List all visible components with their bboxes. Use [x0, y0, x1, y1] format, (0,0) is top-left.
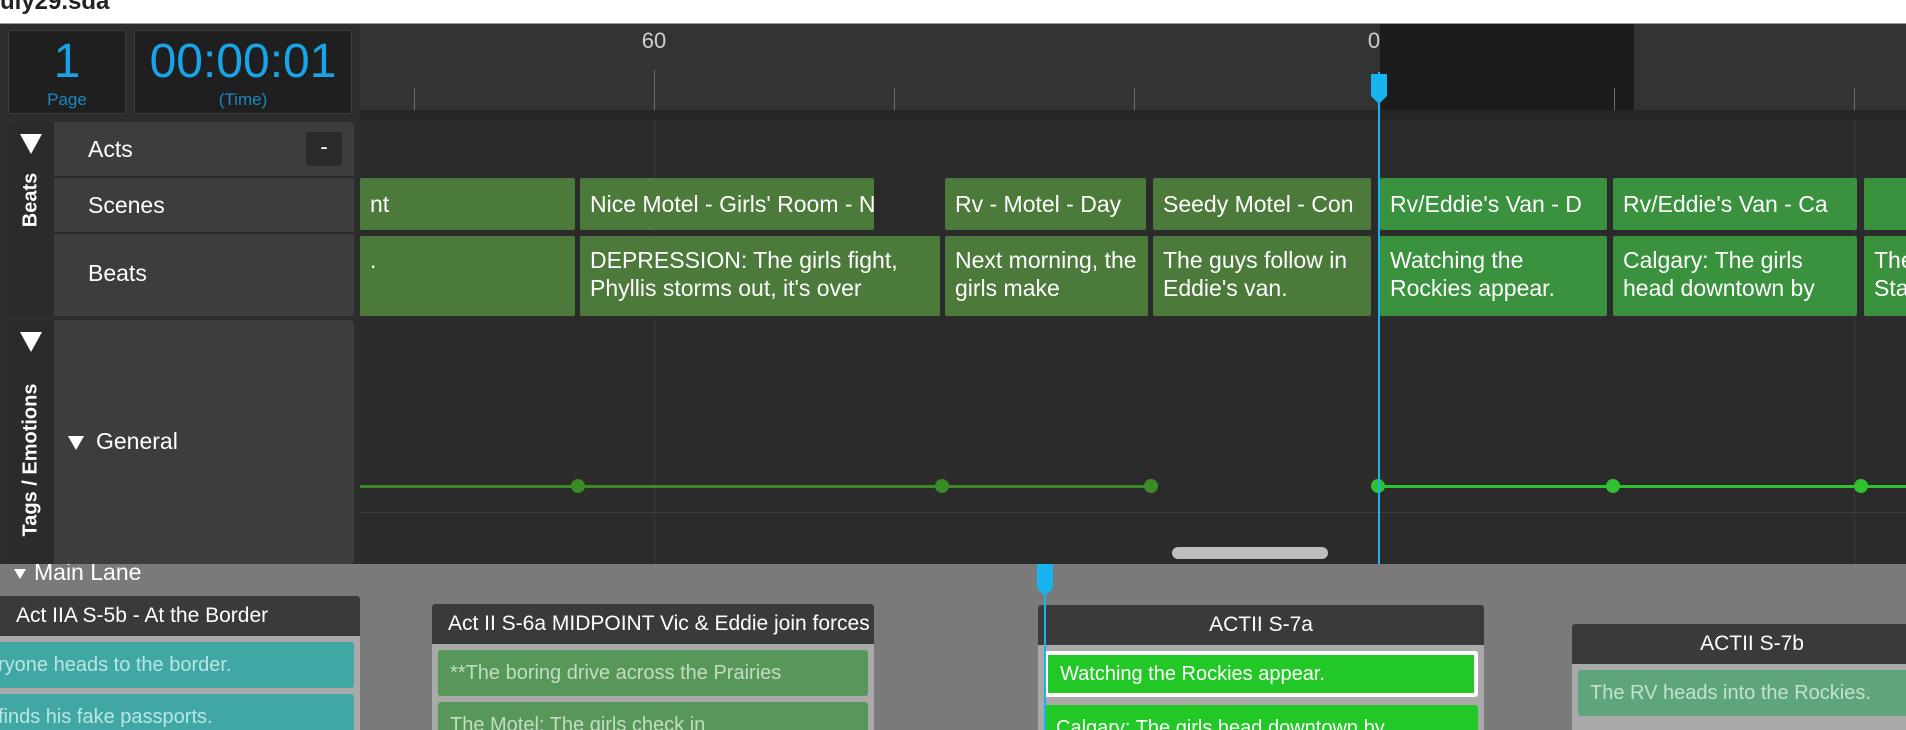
- ruler-tick: [1854, 88, 1855, 110]
- scene-card[interactable]: Nice Motel - Girls' Room - Nig: [580, 178, 874, 230]
- scene-card[interactable]: nt: [360, 178, 575, 230]
- lane-playhead-line: [1044, 584, 1046, 730]
- beats-tab-label: Beats: [19, 172, 42, 228]
- tags-panel: Tags / Emotions General: [8, 320, 354, 564]
- time-counter: 00:00:01 (Time): [134, 30, 352, 114]
- graph-node[interactable]: [935, 479, 949, 493]
- lane-item[interactable]: The Motel: The girls check in: [438, 702, 868, 730]
- scene-card[interactable]: [1864, 178, 1906, 230]
- lane-item[interactable]: ryone heads to the border.: [0, 642, 354, 688]
- scene-card[interactable]: Seedy Motel - Con: [1153, 178, 1371, 230]
- track-area[interactable]: nt Nice Motel - Girls' Room - Nig Rv - M…: [360, 120, 1906, 564]
- lane-group[interactable]: Act IIA S-5b - At the Border ryone heads…: [0, 596, 360, 730]
- page-counter-label: Page: [47, 90, 87, 109]
- ruler-tick: [1134, 88, 1135, 110]
- collapse-triangle-icon[interactable]: [20, 134, 42, 154]
- beat-card[interactable]: .: [360, 236, 575, 316]
- beat-card[interactable]: Watching the Rockies appear.: [1380, 236, 1607, 316]
- lane-group-header[interactable]: ACTII S-7a: [1038, 605, 1484, 645]
- title-bar: uly29.sda: [0, 0, 1906, 24]
- ruler-bottom-bar: [360, 110, 1906, 120]
- lane-item[interactable]: finds his fake passports.: [0, 694, 354, 730]
- beat-card[interactable]: Next morning, the girls make: [945, 236, 1148, 316]
- ruler-tick: [894, 88, 895, 110]
- beat-card[interactable]: Calgary: The girls head downtown by: [1613, 236, 1857, 316]
- scene-card[interactable]: Rv/Eddie's Van - D: [1380, 178, 1607, 230]
- ruler-label-0: 0: [1367, 28, 1381, 53]
- time-value: 00:00:01: [149, 35, 337, 88]
- lane-item[interactable]: Calgary: The girls head downtown by: [1044, 705, 1478, 730]
- beat-card[interactable]: The guys follow in Eddie's van.: [1153, 236, 1371, 316]
- lane-group[interactable]: ACTII S-7a Watching the Rockies appear. …: [1038, 605, 1484, 730]
- track-divider: [360, 512, 1906, 513]
- page-number: 1: [53, 35, 81, 88]
- graph-node[interactable]: [571, 479, 585, 493]
- row-divider: [54, 176, 354, 178]
- horizontal-scrollbar[interactable]: [1172, 547, 1328, 559]
- lane-item[interactable]: **The boring drive across the Prairies: [438, 650, 868, 696]
- app-window: uly29.sda 1 Page 00:00:01 (Time) 60 0 Be…: [0, 0, 1906, 730]
- time-ruler[interactable]: 60 0: [360, 24, 1906, 110]
- collapse-triangle-icon[interactable]: [20, 332, 42, 352]
- lane-group-header[interactable]: Act II S-6a MIDPOINT Vic & Eddie join fo…: [432, 604, 874, 644]
- window-title: uly29.sda: [0, 0, 110, 15]
- ruler-label-60: 60: [641, 28, 667, 53]
- collapse-acts-button[interactable]: -: [306, 132, 342, 166]
- lane-item[interactable]: The RV heads into the Rockies.: [1578, 670, 1906, 716]
- collapse-triangle-icon[interactable]: [14, 568, 26, 579]
- row-divider: [54, 232, 354, 234]
- lane-group[interactable]: ACTII S-7b The RV heads into the Rockies…: [1572, 624, 1906, 730]
- tags-tab[interactable]: Tags / Emotions: [8, 320, 54, 564]
- tags-tab-label: Tags / Emotions: [19, 383, 42, 537]
- general-expand-icon[interactable]: [68, 436, 84, 450]
- beats-panel: Beats Acts - Scenes Beats: [8, 122, 354, 316]
- graph-node[interactable]: [1144, 479, 1158, 493]
- lane-playhead-marker-icon[interactable]: [1035, 564, 1055, 598]
- general-label: General: [96, 428, 178, 454]
- ruler-tick: [1614, 88, 1615, 110]
- beat-card[interactable]: The Sta: [1864, 236, 1906, 316]
- lane-group[interactable]: Act II S-6a MIDPOINT Vic & Eddie join fo…: [432, 604, 874, 730]
- acts-row-label: Acts: [88, 136, 133, 162]
- lane-item-selected[interactable]: Watching the Rockies appear.: [1044, 651, 1478, 697]
- beat-card[interactable]: DEPRESSION: The girls fight, Phyllis sto…: [580, 236, 940, 316]
- scene-card-rv-motel[interactable]: Rv - Motel - Day: [945, 178, 1146, 230]
- scenes-row-label: Scenes: [88, 192, 165, 218]
- lane-group-header[interactable]: ACTII S-7b: [1572, 624, 1906, 664]
- graph-node[interactable]: [1854, 479, 1868, 493]
- emotion-graph-line: [360, 485, 1150, 488]
- ruler-tick: [654, 70, 655, 110]
- ruler-tick: [414, 88, 415, 110]
- scene-card[interactable]: Rv/Eddie's Van - Ca: [1613, 178, 1857, 230]
- beats-row-label: Beats: [88, 260, 147, 286]
- time-counter-label: (Time): [218, 90, 268, 109]
- main-lane: Main Lane Act IIA S-5b - At the Border r…: [0, 564, 1906, 730]
- playhead-marker-icon[interactable]: [1369, 72, 1389, 106]
- playhead-line: [1378, 72, 1380, 564]
- lane-group-header[interactable]: Act IIA S-5b - At the Border: [0, 596, 360, 636]
- graph-node[interactable]: [1606, 479, 1620, 493]
- page-counter: 1 Page: [8, 30, 126, 114]
- ruler-dark-range: [1380, 24, 1634, 110]
- beats-tab[interactable]: Beats: [8, 122, 54, 316]
- main-lane-title[interactable]: Main Lane: [14, 564, 141, 586]
- main-lane-title-text: Main Lane: [34, 564, 142, 585]
- emotion-graph-line: [1378, 485, 1906, 488]
